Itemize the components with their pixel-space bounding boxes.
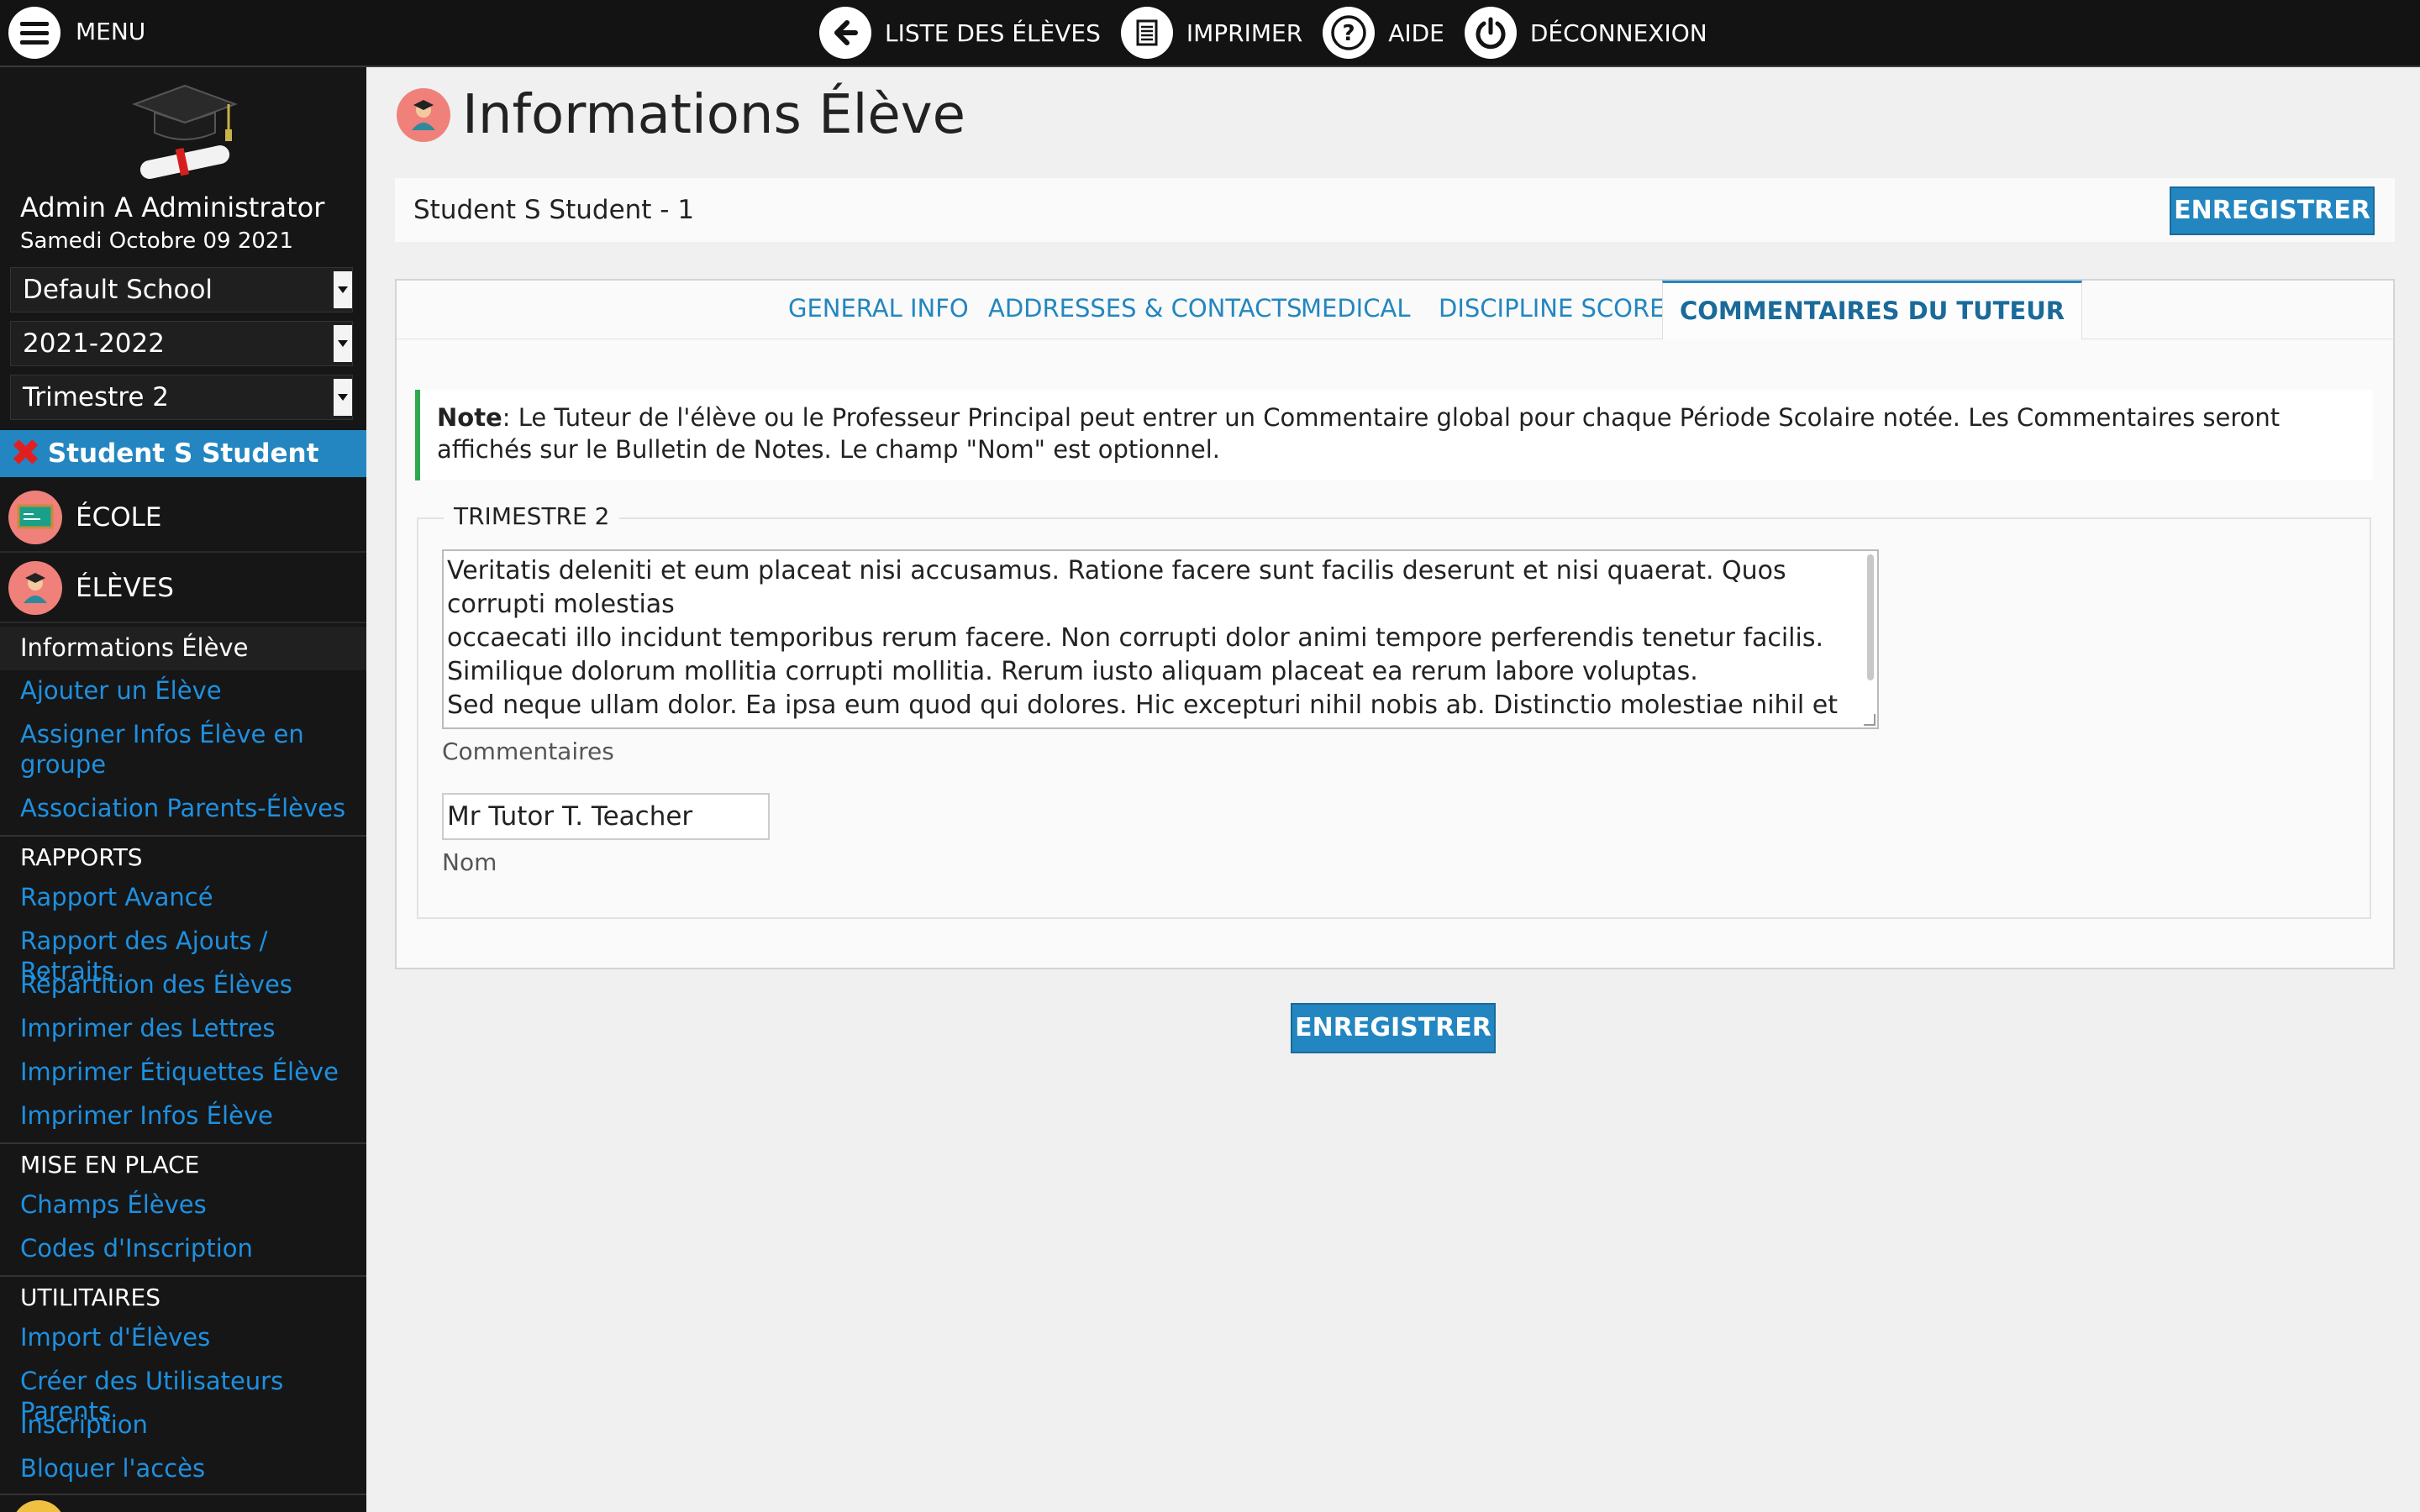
sidebar-item-print-student-info[interactable]: Imprimer Infos Élève bbox=[20, 1100, 273, 1131]
student-list-label: LISTE DES ÉLÈVES bbox=[885, 18, 1101, 47]
school-year-select[interactable]: 2021-2022 bbox=[10, 321, 353, 366]
print-icon bbox=[1120, 7, 1173, 59]
tab-medical[interactable]: MEDICAL bbox=[1301, 294, 1410, 323]
sidebar-item-import-students[interactable]: Import d'Élèves bbox=[20, 1322, 210, 1352]
svg-text:?: ? bbox=[1343, 21, 1355, 46]
students-icon bbox=[8, 561, 62, 615]
utilities-heading: UTILITAIRES bbox=[20, 1284, 160, 1311]
print-label: IMPRIMER bbox=[1186, 18, 1303, 47]
textarea-scrollbar[interactable] bbox=[1867, 554, 1874, 680]
sidebar-item-enrollment-codes[interactable]: Codes d'Inscription bbox=[20, 1233, 253, 1263]
reports-heading: RAPPORTS bbox=[20, 843, 143, 871]
hamburger-icon bbox=[8, 7, 60, 59]
name-label: Nom bbox=[442, 848, 497, 876]
page-header: Informations Élève bbox=[397, 84, 965, 146]
power-icon bbox=[1464, 7, 1517, 59]
sidebar-section-school[interactable]: ÉCOLE bbox=[0, 484, 366, 553]
sidebar-item-registration[interactable]: Inscription bbox=[20, 1410, 148, 1440]
name-field[interactable]: Mr Tutor T. Teacher bbox=[442, 793, 770, 840]
comment-line: Sed neque ullam dolor. Ea ipsa eum quod … bbox=[447, 690, 1838, 727]
term-fieldset: TRIMESTRE 2 Veritatis deleniti et eum pl… bbox=[417, 502, 2371, 919]
sidebar-section-students[interactable]: ÉLÈVES bbox=[0, 554, 366, 623]
sidebar-item-print-letters[interactable]: Imprimer des Lettres bbox=[20, 1013, 275, 1043]
sidebar-item-advanced-report[interactable]: Rapport Avancé bbox=[20, 882, 213, 912]
comment-line: Veritatis deleniti et eum placeat nisi a… bbox=[447, 556, 1786, 619]
tab-bar: GENERAL INFO ADDRESSES & CONTACTS MEDICA… bbox=[397, 281, 2393, 339]
save-button-bottom[interactable]: ENREGISTRER bbox=[1291, 1003, 1496, 1053]
school-select-value: Default School bbox=[23, 275, 213, 305]
tab-tutor-comments[interactable]: COMMENTAIRES DU TUTEUR bbox=[1662, 281, 2083, 339]
tab-general-info[interactable]: GENERAL INFO bbox=[788, 294, 969, 323]
section-icon bbox=[12, 1500, 66, 1512]
student-identifier: Student S Student - 1 bbox=[413, 195, 695, 225]
tab-addresses-contacts[interactable]: ADDRESSES & CONTACTS bbox=[988, 294, 1302, 323]
comments-textarea[interactable]: Veritatis deleniti et eum placeat nisi a… bbox=[442, 549, 1879, 729]
school-board-icon bbox=[8, 491, 62, 544]
sidebar-item-block-access[interactable]: Bloquer l'accès bbox=[20, 1453, 205, 1483]
menu-button[interactable]: MENU bbox=[8, 7, 145, 59]
close-icon[interactable]: ✖ bbox=[10, 435, 41, 472]
student-icon bbox=[397, 88, 450, 142]
sidebar: Admin A Administrator Samedi Octobre 09 … bbox=[0, 67, 366, 1512]
sidebar-item-print-labels[interactable]: Imprimer Étiquettes Élève bbox=[20, 1057, 339, 1087]
term-select-value: Trimestre 2 bbox=[23, 382, 170, 412]
top-bar: MENU LISTE DES ÉLÈVES IMPRIMER ? AIDE DÉ… bbox=[0, 0, 2420, 67]
current-student-name: Student S Student bbox=[47, 438, 319, 469]
current-student[interactable]: ✖ Student S Student bbox=[0, 430, 366, 477]
school-year-select-value: 2021-2022 bbox=[23, 328, 165, 359]
sidebar-section-school-label: ÉCOLE bbox=[76, 502, 162, 533]
student-info-panel: GENERAL INFO ADDRESSES & CONTACTS MEDICA… bbox=[395, 279, 2395, 969]
current-date: Samedi Octobre 09 2021 bbox=[20, 228, 294, 254]
top-nav: LISTE DES ÉLÈVES IMPRIMER ? AIDE DÉCONNE… bbox=[819, 7, 1728, 59]
divider bbox=[0, 835, 366, 837]
print-link[interactable]: IMPRIMER bbox=[1120, 7, 1303, 59]
info-note: Note: Le Tuteur de l'élève ou le Profess… bbox=[415, 390, 2373, 480]
help-label: AIDE bbox=[1388, 18, 1444, 47]
sidebar-item-student-info[interactable]: Informations Élève bbox=[0, 627, 366, 670]
sidebar-item-student-info-label: Informations Élève bbox=[20, 633, 249, 662]
note-text: : Le Tuteur de l'élève ou le Professeur … bbox=[437, 403, 2281, 464]
sidebar-section-students-label: ÉLÈVES bbox=[76, 573, 174, 603]
chevron-down-icon bbox=[334, 379, 352, 416]
chevron-down-icon bbox=[334, 271, 352, 308]
divider bbox=[0, 1142, 366, 1144]
user-name: Admin A Administrator bbox=[20, 192, 325, 223]
logout-link[interactable]: DÉCONNEXION bbox=[1464, 7, 1707, 59]
school-select[interactable]: Default School bbox=[10, 267, 353, 312]
term-select[interactable]: Trimestre 2 bbox=[10, 375, 353, 420]
sidebar-item-add-student[interactable]: Ajouter un Élève bbox=[20, 675, 222, 706]
help-icon: ? bbox=[1323, 7, 1376, 59]
sidebar-item-student-fields[interactable]: Champs Élèves bbox=[20, 1189, 207, 1220]
student-list-link[interactable]: LISTE DES ÉLÈVES bbox=[819, 7, 1101, 59]
note-label: Note bbox=[437, 403, 502, 432]
student-bar: Student S Student - 1 ENREGISTRER bbox=[395, 178, 2395, 242]
divider bbox=[0, 1494, 366, 1495]
resize-grip-icon[interactable] bbox=[1864, 714, 1876, 726]
chevron-down-icon bbox=[334, 325, 352, 362]
term-legend: TRIMESTRE 2 bbox=[444, 502, 620, 530]
comments-label: Commentaires bbox=[442, 738, 614, 765]
sidebar-item-parent-association[interactable]: Association Parents-Élèves bbox=[20, 793, 345, 823]
comment-line: occaecati illo incidunt temporibus rerum… bbox=[447, 623, 1824, 686]
logout-label: DÉCONNEXION bbox=[1529, 18, 1707, 47]
save-button[interactable]: ENREGISTRER bbox=[2170, 186, 2375, 235]
menu-label: MENU bbox=[76, 17, 146, 45]
page-title: Informations Élève bbox=[462, 84, 965, 146]
graduation-cap-logo bbox=[126, 79, 244, 188]
sidebar-item-student-breakdown[interactable]: Répartition des Élèves bbox=[20, 969, 292, 1000]
setup-heading: MISE EN PLACE bbox=[20, 1151, 200, 1179]
back-arrow-icon bbox=[819, 7, 871, 59]
sidebar-item-group-assign[interactable]: Assigner Infos Élève en groupe bbox=[20, 719, 339, 780]
help-link[interactable]: ? AIDE bbox=[1323, 7, 1444, 59]
divider bbox=[0, 1275, 366, 1277]
tab-discipline-score[interactable]: DISCIPLINE SCORE bbox=[1439, 294, 1665, 323]
